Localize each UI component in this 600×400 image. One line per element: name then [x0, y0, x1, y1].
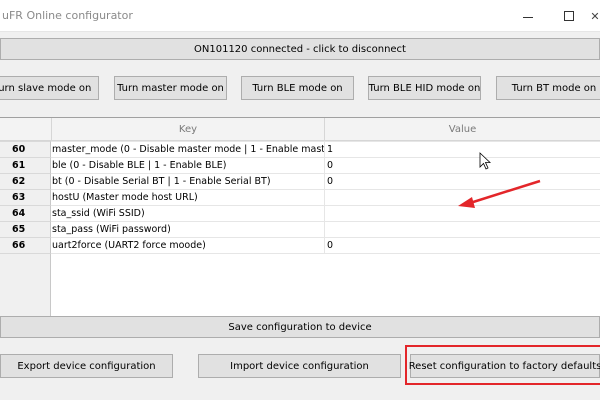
save-configuration-button[interactable]: Save configuration to device: [0, 316, 600, 338]
slave-mode-button[interactable]: Turn slave mode on: [0, 76, 99, 100]
row-value[interactable]: 0: [325, 158, 600, 174]
maximize-icon: [564, 11, 574, 21]
minimize-icon: [523, 16, 533, 18]
maximize-button[interactable]: [546, 0, 592, 32]
row-number: 63: [0, 190, 51, 206]
window-title: uFR Online configurator: [2, 9, 133, 22]
row-value[interactable]: 0: [325, 174, 600, 190]
row-number: 60: [0, 142, 51, 158]
row-number: 66: [0, 238, 51, 254]
master-mode-button[interactable]: Turn master mode on: [114, 76, 227, 100]
ble-mode-button[interactable]: Turn BLE mode on: [241, 76, 354, 100]
row-value[interactable]: 0: [325, 238, 600, 254]
row-value[interactable]: [325, 206, 600, 222]
column-header-key[interactable]: Key: [51, 118, 325, 141]
import-configuration-button[interactable]: Import device configuration: [198, 354, 401, 378]
minimize-button[interactable]: [505, 0, 551, 32]
table-row[interactable]: 61 ble (0 - Disable BLE | 1 - Enable BLE…: [0, 158, 600, 174]
close-button[interactable]: ✕: [590, 0, 600, 32]
table-row[interactable]: 65 sta_pass (WiFi password): [0, 222, 600, 238]
export-configuration-button[interactable]: Export device configuration: [0, 354, 173, 378]
row-value[interactable]: [325, 222, 600, 238]
config-table[interactable]: 59 params (Master mode custom params) 60…: [0, 117, 600, 331]
row-number: 62: [0, 174, 51, 190]
table-row[interactable]: 62 bt (0 - Disable Serial BT | 1 - Enabl…: [0, 174, 600, 190]
table-row[interactable]: 64 sta_ssid (WiFi SSID): [0, 206, 600, 222]
row-key[interactable]: bt (0 - Disable Serial BT | 1 - Enable S…: [51, 174, 325, 190]
row-value[interactable]: 1: [325, 142, 600, 158]
table-row[interactable]: 63 hostU (Master mode host URL): [0, 190, 600, 206]
title-bar: uFR Online configurator ✕: [0, 0, 600, 32]
close-icon: ✕: [590, 9, 600, 23]
row-key[interactable]: sta_pass (WiFi password): [51, 222, 325, 238]
bt-mode-button[interactable]: Turn BT mode on: [496, 76, 600, 100]
ble-hid-mode-button[interactable]: Turn BLE HID mode on: [368, 76, 481, 100]
table-row[interactable]: 66 uart2force (UART2 force moode) 0: [0, 238, 600, 254]
column-header-value[interactable]: Value: [325, 118, 600, 141]
row-number: 61: [0, 158, 51, 174]
table-header: Key Value: [0, 118, 600, 141]
disconnect-button[interactable]: ON101120 connected - click to disconnect: [0, 38, 600, 60]
row-key[interactable]: sta_ssid (WiFi SSID): [51, 206, 325, 222]
row-key[interactable]: hostU (Master mode host URL): [51, 190, 325, 206]
row-key[interactable]: master_mode (0 - Disable master mode | 1…: [51, 142, 325, 158]
table-row[interactable]: 60 master_mode (0 - Disable master mode …: [0, 142, 600, 158]
row-value[interactable]: [325, 190, 600, 206]
row-key[interactable]: uart2force (UART2 force moode): [51, 238, 325, 254]
table-rows: 59 params (Master mode custom params) 60…: [0, 134, 600, 254]
row-key[interactable]: ble (0 - Disable BLE | 1 - Enable BLE): [51, 158, 325, 174]
row-number: 64: [0, 206, 51, 222]
reset-highlight-box: [405, 345, 600, 385]
row-number: 65: [0, 222, 51, 238]
main-panel: ON101120 connected - click to disconnect…: [0, 32, 600, 400]
